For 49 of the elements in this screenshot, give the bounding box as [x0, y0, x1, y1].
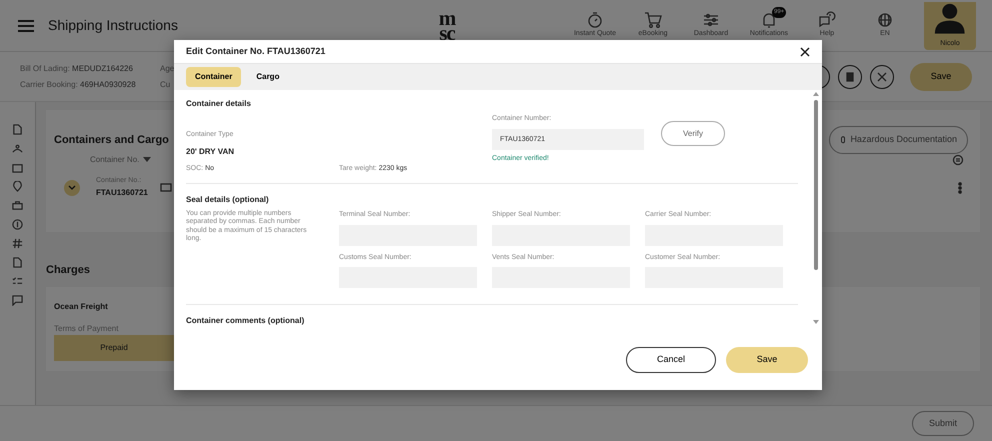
- menu-icon[interactable]: [18, 20, 34, 32]
- container-icon: [160, 183, 172, 192]
- field-label: Terms of Payment: [54, 322, 120, 334]
- globe-icon: [876, 11, 894, 30]
- section-title: Seal details (optional): [186, 194, 270, 206]
- help-chat-icon: [818, 11, 836, 30]
- building-icon[interactable]: [12, 162, 23, 173]
- section-title: Container comments (optional): [186, 315, 306, 327]
- chevron-button[interactable]: [64, 180, 80, 196]
- tab[interactable]: Cargo: [247, 67, 288, 87]
- hazardous-documentation-button[interactable]: Hazardous Documentation: [829, 126, 968, 154]
- submit-button[interactable]: Submit: [912, 411, 974, 436]
- hash-icon[interactable]: [12, 238, 23, 249]
- sort-caret-icon: [143, 156, 152, 162]
- file-icon[interactable]: [12, 257, 23, 268]
- payment-terms-button[interactable]: Prepaid: [54, 334, 174, 360]
- save-button[interactable]: Save: [910, 62, 972, 90]
- logo: m sc: [438, 10, 456, 40]
- document-button[interactable]: [838, 64, 862, 88]
- briefcase-icon[interactable]: [12, 200, 23, 211]
- user-icon: [933, 2, 967, 35]
- location-pin-icon[interactable]: [12, 181, 23, 192]
- section-title: Charges: [46, 263, 90, 278]
- booking-info: Bill Of Lading: MEDUDZ164226: [20, 64, 133, 72]
- verify-button[interactable]: Verify: [661, 121, 725, 146]
- chat-icon[interactable]: [12, 295, 23, 306]
- save-button[interactable]: Save: [726, 347, 808, 373]
- close-button[interactable]: [870, 64, 894, 88]
- tab[interactable]: Container: [186, 67, 242, 87]
- container-type: 20' DRY VAN: [186, 146, 235, 158]
- close-icon[interactable]: [800, 46, 810, 56]
- charge-name: Ocean Freight: [54, 300, 109, 312]
- section-title: Containers and Cargo: [54, 132, 169, 148]
- cart-icon: [644, 11, 662, 30]
- checklist-icon[interactable]: [12, 276, 23, 287]
- container-number: FTAU1360721: [96, 186, 148, 199]
- close-icon: [876, 70, 888, 82]
- info-label: Cu: [160, 78, 170, 90]
- sort-column-header[interactable]: Container No.: [90, 154, 152, 166]
- stopwatch-icon: [586, 11, 604, 30]
- section-title: Container details: [186, 98, 252, 110]
- cancel-button[interactable]: Cancel: [626, 347, 716, 373]
- paperclip-icon: [840, 136, 846, 144]
- booking-info: Carrier Booking: 469HA0930928: [20, 80, 136, 88]
- chevron-down-icon: [68, 184, 76, 190]
- page-title: Shipping Instructions: [48, 16, 178, 35]
- more-options-icon[interactable]: [958, 182, 962, 194]
- dialog-title: Edit Container No. FTAU1360721: [186, 44, 326, 58]
- info-label: Age: [160, 62, 174, 74]
